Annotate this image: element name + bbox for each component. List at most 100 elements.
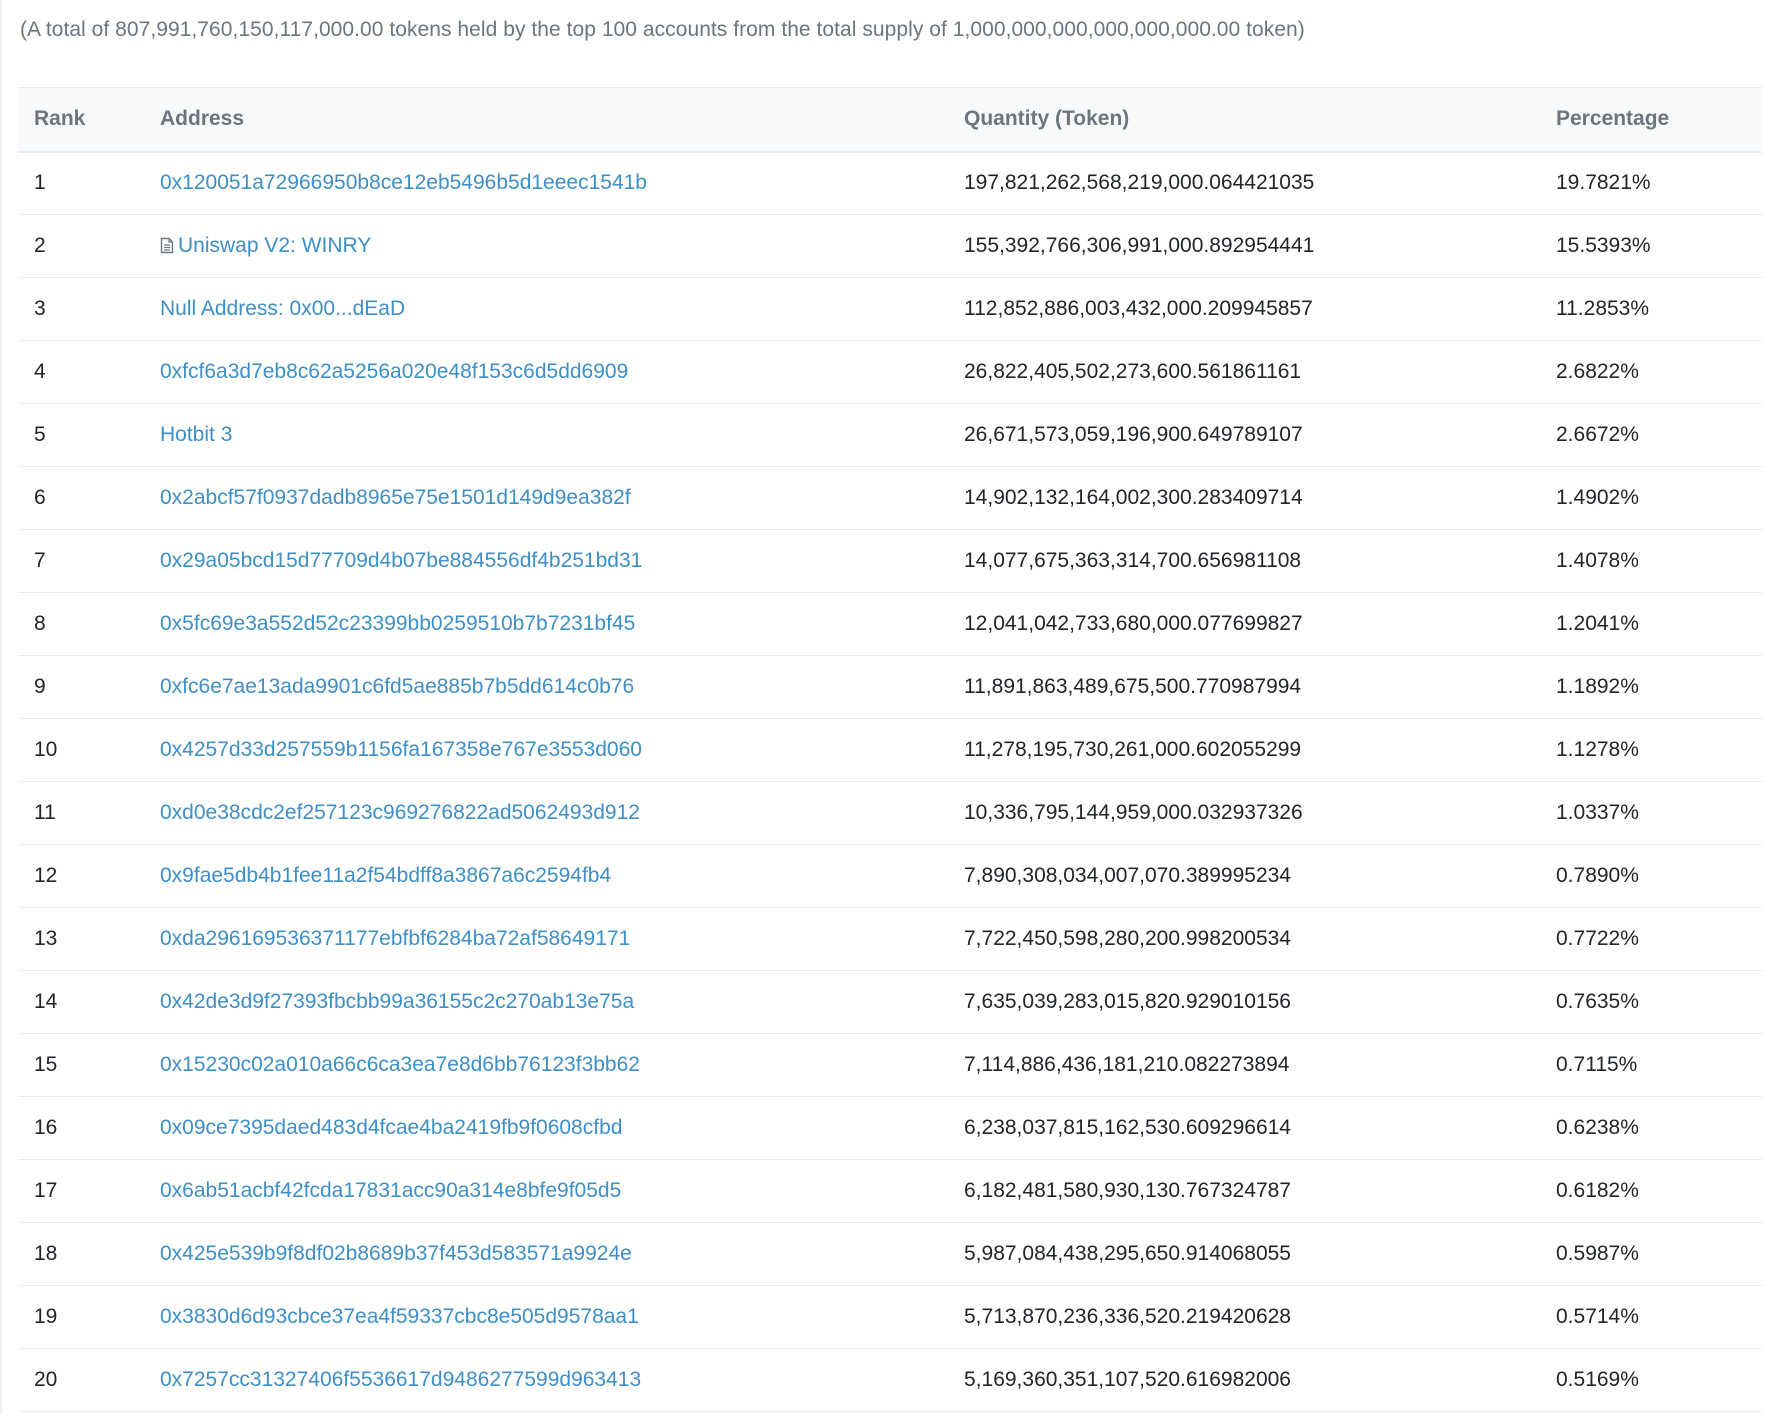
address-link[interactable]: 0x5fc69e3a552d52c23399bb0259510b7b7231bf… <box>160 612 635 635</box>
address-link[interactable]: 0xd0e38cdc2ef257123c969276822ad5062493d9… <box>160 801 640 824</box>
rank-cell: 14 <box>18 970 144 1034</box>
percentage-cell: 1.1892% <box>1540 655 1766 719</box>
address-cell: 0x9fae5db4b1fee11a2f54bdff8a3867a6c2594f… <box>144 844 948 908</box>
address-link[interactable]: 0x120051a72966950b8ce12eb5496b5d1eeec154… <box>160 171 647 194</box>
address-link[interactable]: Null Address: 0x00...dEaD <box>160 297 405 320</box>
quantity-cell: 197,821,262,568,219,000.064421035 <box>948 151 1540 215</box>
address-link[interactable]: 0x29a05bcd15d77709d4b07be884556df4b251bd… <box>160 549 642 572</box>
rank-cell: 7 <box>18 529 144 593</box>
quantity-cell: 11,278,195,730,261,000.602055299 <box>948 718 1540 782</box>
quantity-cell: 112,852,886,003,432,000.209945857 <box>948 277 1540 341</box>
address-link[interactable]: Uniswap V2: WINRY <box>160 234 371 257</box>
address-cell: 0x3830d6d93cbce37ea4f59337cbc8e505d9578a… <box>144 1285 948 1349</box>
quantity-cell: 14,902,132,164,002,300.283409714 <box>948 466 1540 530</box>
rank-cell: 10 <box>18 718 144 782</box>
address-cell: 0x425e539b9f8df02b8689b37f453d583571a992… <box>144 1222 948 1286</box>
percentage-cell: 1.2041% <box>1540 592 1766 656</box>
address-cell: 0x09ce7395daed483d4fcae4ba2419fb9f0608cf… <box>144 1096 948 1160</box>
percentage-cell: 0.6182% <box>1540 1159 1766 1223</box>
rank-cell: 13 <box>18 907 144 971</box>
address-label: 0x29a05bcd15d77709d4b07be884556df4b251bd… <box>160 549 643 572</box>
quantity-cell: 6,238,037,815,162,530.609296614 <box>948 1096 1540 1160</box>
address-cell: 0xda296169536371177ebfbf6284ba72af586491… <box>144 907 948 971</box>
address-link[interactable]: 0x4257d33d257559b1156fa167358e767e3553d0… <box>160 738 642 761</box>
address-link[interactable]: 0x6ab51acbf42fcda17831acc90a314e8bfe9f05… <box>160 1179 621 1202</box>
rank-cell: 1 <box>18 151 144 215</box>
holders-table: Rank Address Quantity (Token) Percentage… <box>18 87 1766 1412</box>
address-column-header: Address <box>144 87 948 153</box>
address-link[interactable]: 0xfc6e7ae13ada9901c6fd5ae885b7b5dd614c0b… <box>160 675 634 698</box>
rank-cell: 5 <box>18 403 144 467</box>
address-link[interactable]: 0xda296169536371177ebfbf6284ba72af586491… <box>160 927 630 950</box>
quantity-cell: 7,890,308,034,007,070.389995234 <box>948 844 1540 908</box>
percentage-cell: 11.2853% <box>1540 277 1766 341</box>
address-cell: 0xfcf6a3d7eb8c62a5256a020e48f153c6d5dd69… <box>144 340 948 404</box>
address-cell: 0x42de3d9f27393fbcbb99a36155c2c270ab13e7… <box>144 970 948 1034</box>
header-row: Rank Address Quantity (Token) Percentage <box>18 87 1766 153</box>
address-link[interactable]: 0x42de3d9f27393fbcbb99a36155c2c270ab13e7… <box>160 990 634 1013</box>
rank-cell: 18 <box>18 1222 144 1286</box>
address-link[interactable]: 0x09ce7395daed483d4fcae4ba2419fb9f0608cf… <box>160 1116 622 1139</box>
address-cell: 0x15230c02a010a66c6ca3ea7e8d6bb76123f3bb… <box>144 1033 948 1097</box>
address-link[interactable]: 0x425e539b9f8df02b8689b37f453d583571a992… <box>160 1242 632 1265</box>
page-right-edge <box>1762 0 1766 1414</box>
quantity-cell: 5,169,360,351,107,520.616982006 <box>948 1348 1540 1412</box>
address-cell: 0xd0e38cdc2ef257123c969276822ad5062493d9… <box>144 781 948 845</box>
table-row: 18 0x425e539b9f8df02b8689b37f453d583571a9… <box>18 1222 1766 1286</box>
quantity-cell: 5,987,084,438,295,650.914068055 <box>948 1222 1540 1286</box>
percentage-cell: 0.5169% <box>1540 1348 1766 1412</box>
address-label: 0xd0e38cdc2ef257123c969276822ad5062493d9… <box>160 801 640 824</box>
address-cell: 0x7257cc31327406f5536617d9486277599d9634… <box>144 1348 948 1412</box>
address-cell: 0x6ab51acbf42fcda17831acc90a314e8bfe9f05… <box>144 1159 948 1223</box>
address-label: 0x09ce7395daed483d4fcae4ba2419fb9f0608cf… <box>160 1116 623 1139</box>
quantity-cell: 12,041,042,733,680,000.077699827 <box>948 592 1540 656</box>
rank-cell: 20 <box>18 1348 144 1412</box>
quantity-cell: 7,722,450,598,280,200.998200534 <box>948 907 1540 971</box>
rank-cell: 19 <box>18 1285 144 1349</box>
address-link[interactable]: Hotbit 3 <box>160 423 232 446</box>
address-link[interactable]: 0x7257cc31327406f5536617d9486277599d9634… <box>160 1368 641 1391</box>
table-row: 7 0x29a05bcd15d77709d4b07be884556df4b251b… <box>18 529 1766 593</box>
address-label: Null Address: 0x00...dEaD <box>160 297 406 320</box>
address-link[interactable]: 0x3830d6d93cbce37ea4f59337cbc8e505d9578a… <box>160 1305 639 1328</box>
address-label: 0x2abcf57f0937dadb8965e75e1501d149d9ea38… <box>160 486 631 509</box>
quantity-column-header: Quantity (Token) <box>948 87 1540 153</box>
rank-cell: 12 <box>18 844 144 908</box>
percentage-cell: 0.7890% <box>1540 844 1766 908</box>
table-row: 4 0xfcf6a3d7eb8c62a5256a020e48f153c6d5dd6… <box>18 340 1766 404</box>
table-row: 1 0x120051a72966950b8ce12eb5496b5d1eeec15… <box>18 151 1766 215</box>
table-row: 6 0x2abcf57f0937dadb8965e75e1501d149d9ea3… <box>18 466 1766 530</box>
percentage-cell: 0.5987% <box>1540 1222 1766 1286</box>
table-row: 9 0xfc6e7ae13ada9901c6fd5ae885b7b5dd614c0… <box>18 655 1766 719</box>
address-label: 0x3830d6d93cbce37ea4f59337cbc8e505d9578a… <box>160 1305 639 1328</box>
address-label: 0xda296169536371177ebfbf6284ba72af586491… <box>160 927 631 950</box>
address-cell: 0x5fc69e3a552d52c23399bb0259510b7b7231bf… <box>144 592 948 656</box>
page-left-border <box>0 0 2 1414</box>
rank-cell: 16 <box>18 1096 144 1160</box>
address-cell: Null Address: 0x00...dEaD <box>144 277 948 341</box>
quantity-cell: 26,671,573,059,196,900.649789107 <box>948 403 1540 467</box>
address-link[interactable]: 0x9fae5db4b1fee11a2f54bdff8a3867a6c2594f… <box>160 864 611 887</box>
table-row: 3 Null Address: 0x00...dEaD 112,852,886,00… <box>18 277 1766 341</box>
rank-cell: 3 <box>18 277 144 341</box>
rank-cell: 2 <box>18 214 144 278</box>
table-row: 10 0x4257d33d257559b1156fa167358e767e3553… <box>18 718 1766 782</box>
address-link[interactable]: 0xfcf6a3d7eb8c62a5256a020e48f153c6d5dd69… <box>160 360 628 383</box>
rank-cell: 4 <box>18 340 144 404</box>
table-row: 2 Uniswap V2: WINRY 155,392,766,306,991,00… <box>18 214 1766 278</box>
percentage-cell: 0.5714% <box>1540 1285 1766 1349</box>
address-label: 0x7257cc31327406f5536617d9486277599d9634… <box>160 1368 642 1391</box>
address-cell: 0x120051a72966950b8ce12eb5496b5d1eeec154… <box>144 151 948 215</box>
percentage-cell: 15.5393% <box>1540 214 1766 278</box>
address-label: 0xfcf6a3d7eb8c62a5256a020e48f153c6d5dd69… <box>160 360 629 383</box>
address-link[interactable]: 0x2abcf57f0937dadb8965e75e1501d149d9ea38… <box>160 486 631 509</box>
quantity-cell: 11,891,863,489,675,500.770987994 <box>948 655 1540 719</box>
address-link[interactable]: 0x15230c02a010a66c6ca3ea7e8d6bb76123f3bb… <box>160 1053 640 1076</box>
table-row: 19 0x3830d6d93cbce37ea4f59337cbc8e505d957… <box>18 1285 1766 1349</box>
rank-cell: 17 <box>18 1159 144 1223</box>
quantity-cell: 6,182,481,580,930,130.767324787 <box>948 1159 1540 1223</box>
table-row: 5 Hotbit 3 26,671,573,059,196,900.64978910… <box>18 403 1766 467</box>
rank-cell: 9 <box>18 655 144 719</box>
table-row: 20 0x7257cc31327406f5536617d9486277599d96… <box>18 1348 1766 1412</box>
address-label: 0x42de3d9f27393fbcbb99a36155c2c270ab13e7… <box>160 990 635 1013</box>
